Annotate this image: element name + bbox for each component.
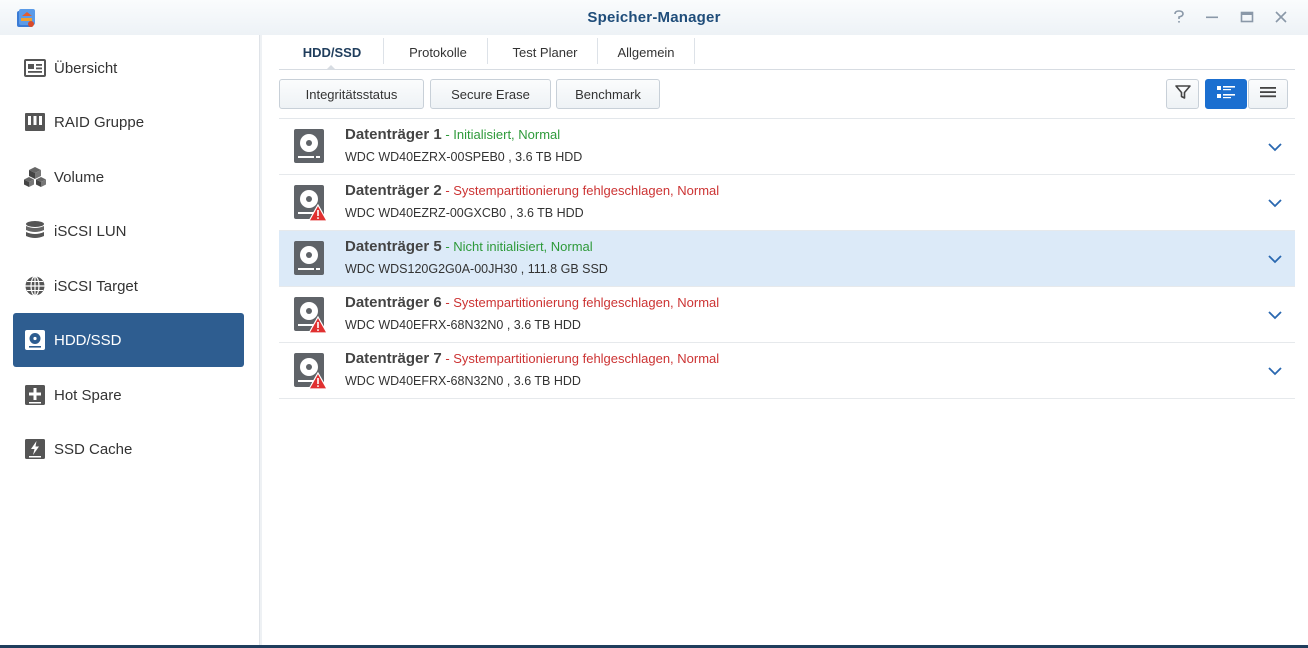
disk-name-line: Datenträger 6 - Systempartitionierung fe… bbox=[345, 294, 719, 311]
tab-test-planer[interactable]: Test Planer bbox=[493, 35, 597, 69]
sidebar-item-label: iSCSI LUN bbox=[54, 222, 127, 240]
sidebar-item-label: Hot Spare bbox=[54, 386, 122, 404]
disk-status: - Systempartitionierung fehlgeschlagen, … bbox=[441, 351, 720, 366]
database-icon bbox=[23, 219, 47, 243]
title-bar: Speicher-Manager bbox=[0, 0, 1308, 35]
detail-list-icon bbox=[1216, 84, 1236, 105]
hdd-icon bbox=[292, 127, 328, 167]
disk-model: WDC WD40EZRZ-00GXCB0 , 3.6 TB HDD bbox=[345, 206, 584, 220]
sidebar-item-hdd-ssd[interactable]: HDD/SSD bbox=[13, 313, 244, 367]
disk-name: Datenträger 6 bbox=[345, 294, 442, 311]
volume-icon bbox=[23, 165, 47, 189]
hdd-warning-icon bbox=[292, 183, 329, 223]
chevron-down-icon[interactable] bbox=[1267, 139, 1283, 155]
disk-name-line: Datenträger 7 - Systempartitionierung fe… bbox=[345, 350, 719, 367]
benchmark-button[interactable]: Benchmark bbox=[556, 79, 660, 109]
integrity-status-button[interactable]: Integritätsstatus bbox=[279, 79, 424, 109]
sidebar-item-label: SSD Cache bbox=[54, 440, 133, 458]
sidebar-item-iscsi-lun[interactable]: iSCSI LUN bbox=[13, 204, 244, 258]
hdd-warning-icon bbox=[292, 295, 329, 335]
chevron-down-icon[interactable] bbox=[1267, 363, 1283, 379]
hdd-icon bbox=[292, 239, 328, 279]
sidebar-item-volume[interactable]: Volume bbox=[13, 150, 244, 204]
tab-divider bbox=[597, 38, 598, 64]
disk-name: Datenträger 7 bbox=[345, 350, 442, 367]
disk-status: - Systempartitionierung fehlgeschlagen, … bbox=[441, 295, 720, 310]
disk-name: Datenträger 1 bbox=[345, 126, 442, 143]
disk-status: - Systempartitionierung fehlgeschlagen, … bbox=[441, 183, 720, 198]
sidebar-item-raid-group[interactable]: RAID Gruppe bbox=[13, 95, 244, 149]
sidebar-item-overview[interactable]: Übersicht bbox=[13, 41, 244, 95]
disk-row[interactable]: Datenträger 6 - Systempartitionierung fe… bbox=[279, 287, 1295, 343]
tab-allgemein[interactable]: Allgemein bbox=[601, 35, 691, 69]
hdd-warning-icon bbox=[292, 351, 329, 391]
hot-spare-icon bbox=[23, 383, 47, 407]
disk-name-line: Datenträger 2 - Systempartitionierung fe… bbox=[345, 182, 719, 199]
chevron-down-icon[interactable] bbox=[1267, 195, 1283, 211]
disk-row[interactable]: Datenträger 5 - Nicht initialisiert, Nor… bbox=[279, 231, 1295, 287]
disk-status: - Initialisiert, Normal bbox=[441, 127, 561, 142]
disk-model: WDC WD40EFRX-68N32N0 , 3.6 TB HDD bbox=[345, 374, 581, 388]
disk-name-line: Datenträger 1 - Initialisiert, Normal bbox=[345, 126, 560, 143]
maximize-icon[interactable] bbox=[1238, 8, 1256, 26]
filter-button[interactable] bbox=[1166, 79, 1199, 109]
disk-name: Datenträger 5 bbox=[345, 238, 442, 255]
hdd-icon bbox=[23, 328, 47, 352]
disk-model: WDC WDS120G2G0A-00JH30 , 111.8 GB SSD bbox=[345, 262, 608, 276]
sidebar-item-label: Volume bbox=[54, 168, 105, 186]
disk-list: Datenträger 1 - Initialisiert, Normal WD… bbox=[279, 118, 1295, 399]
tab-divider bbox=[487, 38, 488, 64]
secure-erase-button[interactable]: Secure Erase bbox=[430, 79, 551, 109]
compact-view-button[interactable] bbox=[1248, 79, 1288, 109]
disk-row[interactable]: Datenträger 2 - Systempartitionierung fe… bbox=[279, 175, 1295, 231]
close-icon[interactable] bbox=[1272, 8, 1290, 26]
help-icon[interactable] bbox=[1170, 8, 1188, 26]
disk-row[interactable]: Datenträger 1 - Initialisiert, Normal WD… bbox=[279, 119, 1295, 175]
sidebar-item-label: iSCSI Target bbox=[54, 277, 138, 295]
raid-icon bbox=[23, 110, 47, 134]
disk-model: WDC WD40EZRX-00SPEB0 , 3.6 TB HDD bbox=[345, 150, 583, 164]
chevron-down-icon[interactable] bbox=[1267, 307, 1283, 323]
tab-protokolle[interactable]: Protokolle bbox=[389, 35, 487, 69]
sidebar-item-label: RAID Gruppe bbox=[54, 113, 145, 131]
overview-icon bbox=[23, 56, 47, 80]
sidebar-item-ssd-cache[interactable]: SSD Cache bbox=[13, 422, 244, 476]
chevron-down-icon[interactable] bbox=[1267, 251, 1283, 267]
disk-name-line: Datenträger 5 - Nicht initialisiert, Nor… bbox=[345, 238, 593, 255]
sidebar-item-hot-spare[interactable]: Hot Spare bbox=[13, 368, 244, 422]
sidebar-item-label: Übersicht bbox=[54, 59, 118, 77]
sidebar-item-label: HDD/SSD bbox=[54, 331, 122, 349]
sidebar-item-iscsi-target[interactable]: iSCSI Target bbox=[13, 259, 244, 313]
filter-icon bbox=[1174, 83, 1192, 106]
disk-row[interactable]: Datenträger 7 - Systempartitionierung fe… bbox=[279, 343, 1295, 399]
minimize-icon[interactable] bbox=[1203, 8, 1221, 26]
sidebar: Übersicht RAID Gruppe Volume iSCSI LUN i… bbox=[0, 35, 262, 648]
tab-divider bbox=[694, 38, 695, 64]
list-icon bbox=[1259, 85, 1277, 104]
tab-bar: HDD/SSD Protokolle Test Planer Allgemein bbox=[279, 35, 1295, 70]
window-title: Speicher-Manager bbox=[587, 9, 721, 26]
tab-hdd-ssd[interactable]: HDD/SSD bbox=[285, 35, 379, 69]
disk-model: WDC WD40EFRX-68N32N0 , 3.6 TB HDD bbox=[345, 318, 581, 332]
globe-icon bbox=[23, 274, 47, 298]
tab-divider bbox=[383, 38, 384, 64]
disk-name: Datenträger 2 bbox=[345, 182, 442, 199]
active-tab-indicator bbox=[326, 65, 336, 70]
detail-view-button[interactable] bbox=[1205, 79, 1247, 109]
ssd-cache-icon bbox=[23, 437, 47, 461]
disk-status: - Nicht initialisiert, Normal bbox=[441, 239, 593, 254]
